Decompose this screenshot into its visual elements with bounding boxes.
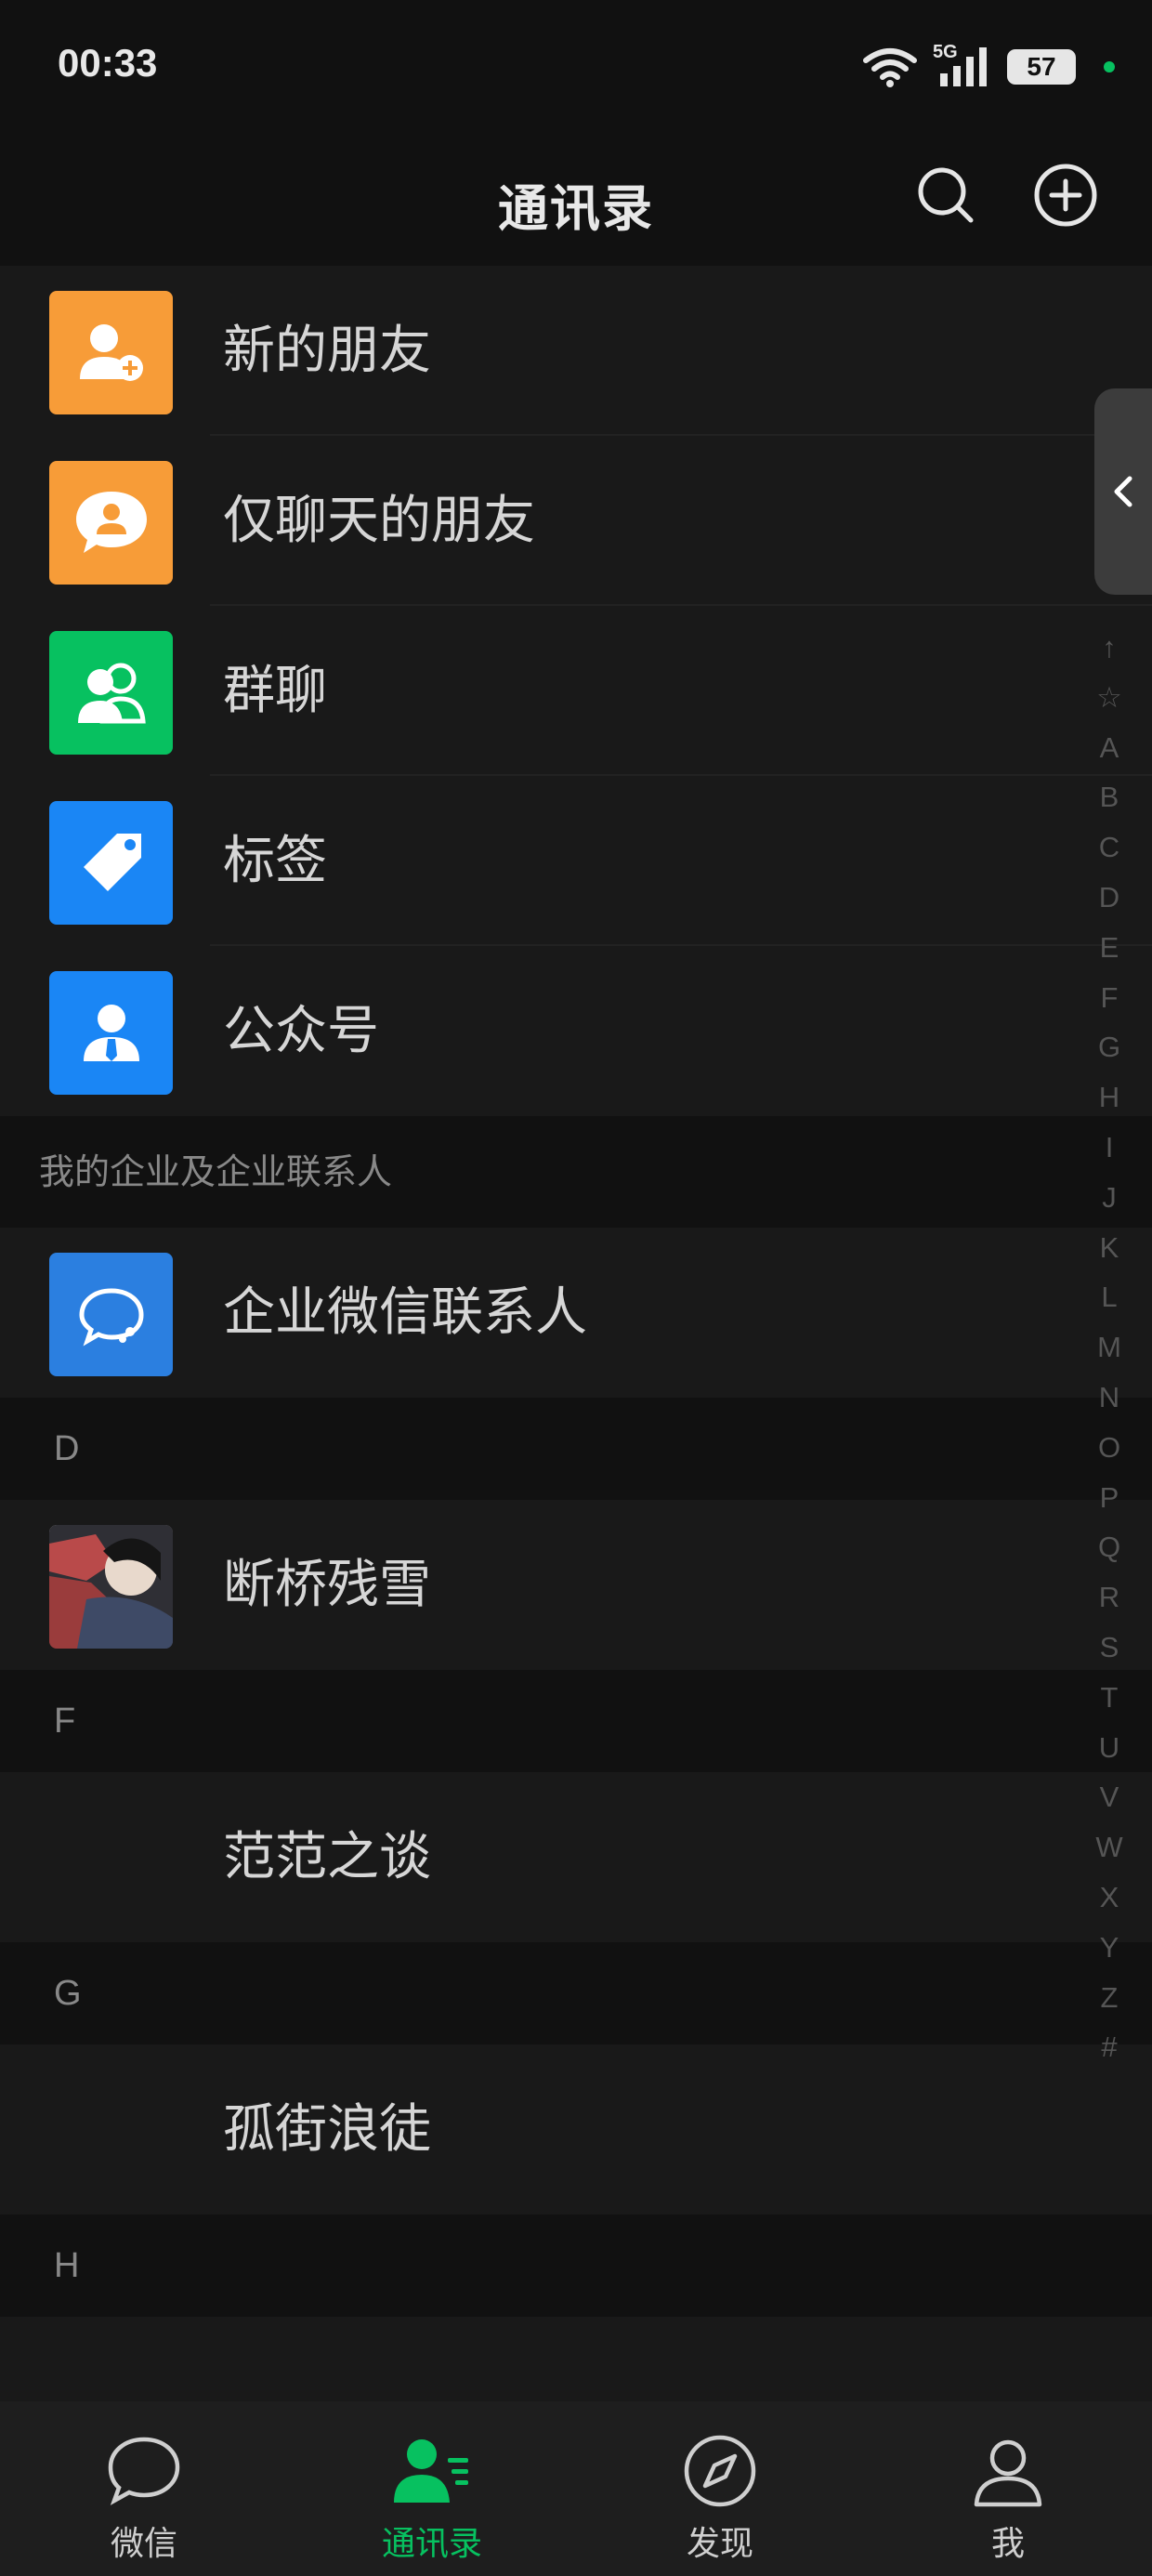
enterprise-section-header: 我的企业及企业联系人 [0, 1116, 1152, 1228]
index-letter[interactable]: S [1100, 1623, 1119, 1673]
letter-header-f: F [0, 1670, 1152, 1772]
tag-icon [49, 801, 173, 925]
index-letter[interactable]: H [1099, 1072, 1119, 1123]
index-letter[interactable]: L [1101, 1272, 1117, 1322]
bottom-tab-bar: 微信 通讯录 发现 我 [0, 2401, 1152, 2576]
menu-item-new-friends[interactable]: 新的朋友 [0, 266, 1152, 436]
index-letter[interactable]: O [1098, 1423, 1120, 1473]
index-letter[interactable]: R [1099, 1572, 1119, 1623]
letter-header-d: D [0, 1398, 1152, 1500]
tab-discover[interactable]: 发现 [576, 2401, 864, 2576]
chevron-left-icon [1114, 476, 1132, 507]
index-letter[interactable]: W [1095, 1822, 1122, 1873]
letter-label: F [54, 1702, 76, 1741]
status-icons: 5G 57 [862, 41, 1115, 93]
contact-item[interactable]: 断桥残雪 [0, 1500, 1152, 1670]
contact-item[interactable]: 孤街浪徒 [0, 2044, 1152, 2215]
index-letter[interactable]: F [1101, 973, 1119, 1023]
compass-icon [678, 2429, 762, 2513]
official-account-icon [49, 971, 173, 1095]
index-letter[interactable]: T [1101, 1673, 1119, 1723]
index-letter[interactable]: Q [1098, 1522, 1120, 1572]
contact-name: 断桥残雪 [223, 1555, 431, 1615]
index-letter[interactable]: K [1100, 1223, 1119, 1273]
menu-item-label: 企业微信联系人 [223, 1282, 587, 1343]
chat-only-friend-icon [49, 461, 173, 585]
status-bar: 00:33 5G 57 [0, 0, 1152, 130]
menu-item-chat-only-friends[interactable]: 仅聊天的朋友 [0, 436, 1152, 606]
avatar [49, 1525, 173, 1649]
index-letter[interactable]: M [1097, 1322, 1121, 1373]
menu-item-label: 新的朋友 [223, 321, 431, 381]
menu-item-label: 仅聊天的朋友 [223, 491, 535, 551]
index-letter[interactable]: P [1100, 1473, 1119, 1523]
search-icon[interactable] [909, 158, 983, 232]
index-letter[interactable]: V [1100, 1772, 1119, 1822]
index-letter[interactable]: # [1101, 2022, 1117, 2072]
index-letter[interactable]: I [1106, 1123, 1114, 1173]
contact-name: 孤街浪徒 [223, 2099, 431, 2160]
contacts-list: 新的朋友 仅聊天的朋友 群聊 标签 公众号 我的企业及企业联系人 企业微信联系人… [0, 266, 1152, 2487]
tab-label: 微信 [110, 2525, 177, 2563]
menu-item-label: 标签 [223, 831, 327, 891]
add-icon[interactable] [1028, 158, 1103, 232]
signal-icon [940, 47, 987, 86]
letter-header-h: H [0, 2215, 1152, 2317]
index-letter[interactable]: A [1100, 723, 1119, 773]
menu-item-official-accounts[interactable]: 公众号 [0, 946, 1152, 1116]
privacy-dot [1104, 61, 1115, 72]
tab-label: 发现 [686, 2525, 753, 2563]
contact-item[interactable]: 范范之谈 [0, 1772, 1152, 1942]
side-collapse-tab[interactable] [1094, 388, 1152, 595]
signal-indicator: 5G [933, 42, 992, 88]
enterprise-wechat-icon [49, 1253, 173, 1376]
group-chat-icon [49, 631, 173, 755]
section-title: 我的企业及企业联系人 [39, 1151, 393, 1192]
index-letter[interactable]: ☆ [1096, 673, 1122, 723]
letter-label: H [54, 2246, 80, 2285]
battery-icon: 57 [1007, 49, 1076, 85]
chat-bubble-icon [102, 2429, 186, 2513]
index-letter[interactable]: D [1099, 873, 1119, 923]
contacts-icon [390, 2429, 474, 2513]
index-letter[interactable]: ↑ [1102, 623, 1117, 673]
index-letter[interactable]: Y [1100, 1923, 1119, 1973]
index-letter[interactable]: C [1099, 822, 1119, 873]
menu-item-enterprise-contacts[interactable]: 企业微信联系人 [0, 1228, 1152, 1398]
index-letter[interactable]: E [1100, 923, 1119, 973]
menu-item-tags[interactable]: 标签 [0, 776, 1152, 946]
menu-item-label: 公众号 [223, 1001, 379, 1061]
status-time: 00:33 [58, 41, 158, 85]
index-letter[interactable]: G [1098, 1022, 1120, 1072]
letter-label: G [54, 1974, 82, 2013]
letter-header-g: G [0, 1942, 1152, 2044]
add-friend-icon [49, 291, 173, 414]
tab-me[interactable]: 我 [864, 2401, 1152, 2576]
tab-label: 通讯录 [381, 2525, 482, 2563]
index-letter[interactable]: U [1099, 1723, 1119, 1773]
tab-contacts[interactable]: 通讯录 [288, 2401, 576, 2576]
menu-item-group-chats[interactable]: 群聊 [0, 606, 1152, 776]
alphabet-index[interactable]: ↑ ☆ A B C D E F G H I J K L M N O P Q R S T U V W X Y Z # [1091, 623, 1128, 2072]
index-letter[interactable]: J [1102, 1173, 1117, 1223]
menu-item-label: 群聊 [223, 661, 327, 721]
tab-label: 我 [990, 2525, 1025, 2563]
wifi-icon [863, 48, 917, 87]
profile-icon [966, 2429, 1050, 2513]
letter-label: D [54, 1429, 80, 1468]
contact-name: 范范之谈 [223, 1827, 431, 1887]
header: 通讯录 [0, 130, 1152, 266]
index-letter[interactable]: X [1100, 1873, 1119, 1923]
tab-chats[interactable]: 微信 [0, 2401, 288, 2576]
index-letter[interactable]: B [1100, 772, 1119, 822]
index-letter[interactable]: Z [1101, 1973, 1119, 2023]
index-letter[interactable]: N [1099, 1373, 1119, 1423]
